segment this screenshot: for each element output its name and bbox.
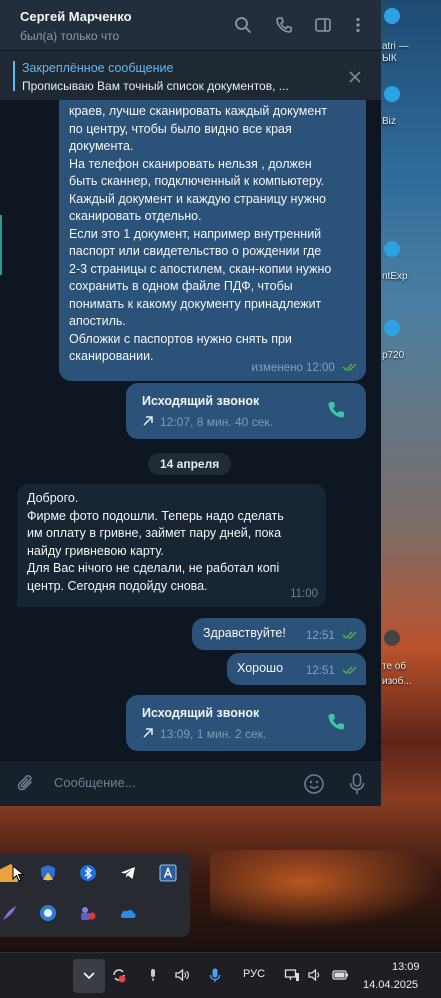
emoji-icon[interactable] [303, 773, 325, 795]
bluetooth-icon[interactable] [79, 864, 97, 882]
chevron-down-icon [83, 972, 95, 980]
teams-icon[interactable] [79, 904, 97, 922]
read-check-icon [342, 363, 357, 372]
language-indicator[interactable]: РУС [243, 968, 265, 980]
microphone-muted-icon[interactable] [145, 967, 161, 983]
volume-icon[interactable] [174, 967, 190, 983]
contact-status: был(а) только что [20, 29, 120, 43]
microphone-icon[interactable] [347, 772, 367, 796]
call-bubble[interactable]: Исходящий звонок 13:09, 1 мин. 2 сек. [126, 695, 366, 751]
phone-icon[interactable] [275, 16, 293, 34]
telegram-tray-icon[interactable] [119, 864, 137, 882]
outgoing-arrow-icon [143, 416, 153, 426]
speaker-icon[interactable] [307, 967, 323, 983]
pinned-text: Прописываю Вам точный список документов,… [22, 79, 289, 93]
pinned-indicator [13, 61, 15, 91]
desktop-label: ntExp [382, 271, 408, 282]
settings-desktop-icon[interactable] [384, 630, 400, 646]
read-check-icon [342, 666, 357, 675]
read-check-icon [342, 631, 357, 640]
message-text: Доброго. Фирме фото подошли. Теперь надо… [27, 491, 284, 593]
call-details-text: 13:09, 1 мин. 2 сек. [160, 727, 267, 741]
call-bubble[interactable]: Исходящий звонок 12:07, 8 мин. 40 сек. [126, 383, 366, 439]
pinned-title: Закреплённое сообщение [22, 61, 174, 75]
chat-header[interactable]: Сергей Марченко был(а) только что [0, 0, 381, 50]
message-bubble-outgoing[interactable]: краев, лучше сканировать каждый документ… [59, 100, 366, 381]
telegram-desktop-icon[interactable] [384, 8, 400, 24]
onedrive-icon[interactable] [119, 904, 137, 922]
desktop-label: ЫК [382, 53, 397, 64]
clock-time[interactable]: 13:09 [392, 961, 420, 973]
desktop-label: изоб... [382, 676, 412, 687]
wallpaper-glow [210, 850, 441, 930]
message-meta: 12:51 [306, 663, 358, 681]
call-phone-icon[interactable] [326, 712, 346, 732]
call-details: 13:09, 1 мин. 2 сек. [142, 726, 266, 744]
pinned-message-bar[interactable]: Закреплённое сообщение Прописываю Вам то… [0, 50, 381, 100]
telegram-desktop-icon[interactable] [384, 86, 400, 102]
telegram-desktop-icon[interactable] [384, 241, 400, 257]
attach-icon[interactable] [16, 773, 36, 795]
telegram-window: Сергей Марченко был(а) только что Закреп… [0, 0, 381, 806]
message-time: 11:00 [290, 587, 318, 600]
unread-indicator [0, 215, 2, 275]
message-bubble-incoming[interactable]: Доброго. Фирме фото подошли. Теперь надо… [17, 484, 326, 607]
desktop-label: Biz [382, 116, 396, 127]
taskbar: РУС 13:09 14.04.2025 [0, 952, 441, 998]
desktop-label: p720 [382, 350, 405, 361]
network-icon[interactable] [284, 967, 300, 983]
message-bubble-outgoing[interactable]: Здравствуйте! 12:51 [192, 618, 366, 650]
show-hidden-icons-button[interactable] [73, 959, 105, 993]
clock-date[interactable]: 14.04.2025 [363, 979, 418, 991]
sync-error-icon[interactable] [111, 967, 127, 983]
message-input[interactable]: Сообщение... [54, 775, 136, 790]
message-list[interactable]: краев, лучше сканировать каждый документ… [0, 100, 381, 760]
text-app-icon[interactable] [159, 864, 177, 882]
message-meta: 12:51 [306, 628, 358, 646]
desktop-label: те об [382, 661, 407, 672]
microphone-active-icon[interactable] [207, 967, 223, 983]
message-bubble-outgoing[interactable]: Хорошо 12:51 [227, 653, 366, 685]
call-details: 12:07, 8 мин. 40 сек. [142, 414, 273, 432]
tray-overflow-flyout [0, 853, 190, 937]
date-separator: 14 апреля [148, 453, 232, 475]
contact-name[interactable]: Сергей Марченко [20, 9, 132, 24]
search-icon[interactable] [234, 16, 252, 34]
message-time: 12:51 [306, 629, 335, 642]
sidebar-toggle-icon[interactable] [314, 16, 332, 34]
edge-sync-icon[interactable] [39, 904, 57, 922]
mouse-cursor-icon [12, 865, 25, 882]
call-phone-icon[interactable] [326, 400, 346, 420]
telegram-desktop-icon[interactable] [384, 320, 400, 336]
shield-warning-icon[interactable] [39, 864, 57, 882]
message-time: изменено 12:00 [251, 361, 335, 374]
message-composer: Сообщение... [0, 760, 381, 806]
call-details-text: 12:07, 8 мин. 40 сек. [160, 415, 273, 429]
battery-icon[interactable] [331, 967, 349, 983]
feather-tray-icon[interactable] [0, 904, 18, 922]
more-vertical-icon[interactable] [349, 16, 367, 34]
desktop-label: atri — [382, 41, 409, 52]
message-meta: изменено 12:00 [251, 360, 358, 378]
close-icon[interactable] [348, 70, 362, 84]
message-text: краев, лучше сканировать каждый документ… [69, 104, 332, 363]
message-time: 12:51 [306, 664, 335, 677]
call-title: Исходящий звонок [142, 706, 260, 720]
outgoing-arrow-icon [143, 728, 153, 738]
call-title: Исходящий звонок [142, 394, 260, 408]
